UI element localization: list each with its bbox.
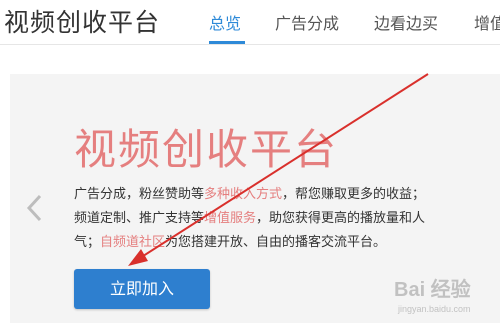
- desc-text: 频道定制、推广支持等: [74, 211, 205, 226]
- nav-tab-overview[interactable]: 总览: [209, 10, 241, 34]
- join-now-button[interactable]: 立即加入: [74, 269, 210, 309]
- desc-link-income-methods[interactable]: 多种收入方式: [204, 187, 282, 202]
- header-divider: [0, 44, 500, 45]
- main-nav: 总览 广告分成 边看边买 增值: [0, 10, 500, 40]
- banner-description: 广告分成，粉丝赞助等多种收入方式，帮您赚取更多的收益； 频道定制、推广支持等增值…: [74, 183, 464, 255]
- baidu-jingyan-watermark: Bai 经验 jingyan.baidu.com: [392, 270, 497, 318]
- carousel-prev-button[interactable]: [24, 193, 46, 223]
- chevron-left-icon: [26, 194, 42, 222]
- desc-text: ，助您获得更高的播放量和人: [256, 211, 426, 226]
- nav-tab-value-added[interactable]: 增值: [474, 10, 500, 34]
- desc-text: 广告分成，粉丝赞助等: [74, 187, 205, 202]
- desc-text: 为您搭建开放、自由的播客交流平台。: [165, 235, 387, 250]
- watermark-text: Bai 经验: [394, 277, 471, 301]
- baidu-paw-logo-icon: Bai 经验 jingyan.baidu.com: [394, 277, 471, 314]
- banner-title: 视频创收平台: [74, 125, 339, 174]
- desc-text: 气；: [74, 235, 101, 250]
- nav-tab-watch-and-buy[interactable]: 边看边买: [374, 10, 438, 34]
- nav-tab-ad-revenue[interactable]: 广告分成: [275, 10, 339, 34]
- desc-link-value-added[interactable]: 增值服务: [204, 211, 256, 226]
- watermark-url: jingyan.baidu.com: [397, 304, 471, 314]
- desc-link-community[interactable]: 自频道社区: [100, 235, 165, 250]
- desc-text: ，帮您赚取更多的收益；: [282, 187, 426, 202]
- top-header: 视频创收平台 总览 广告分成 边看边买 增值: [0, 0, 500, 45]
